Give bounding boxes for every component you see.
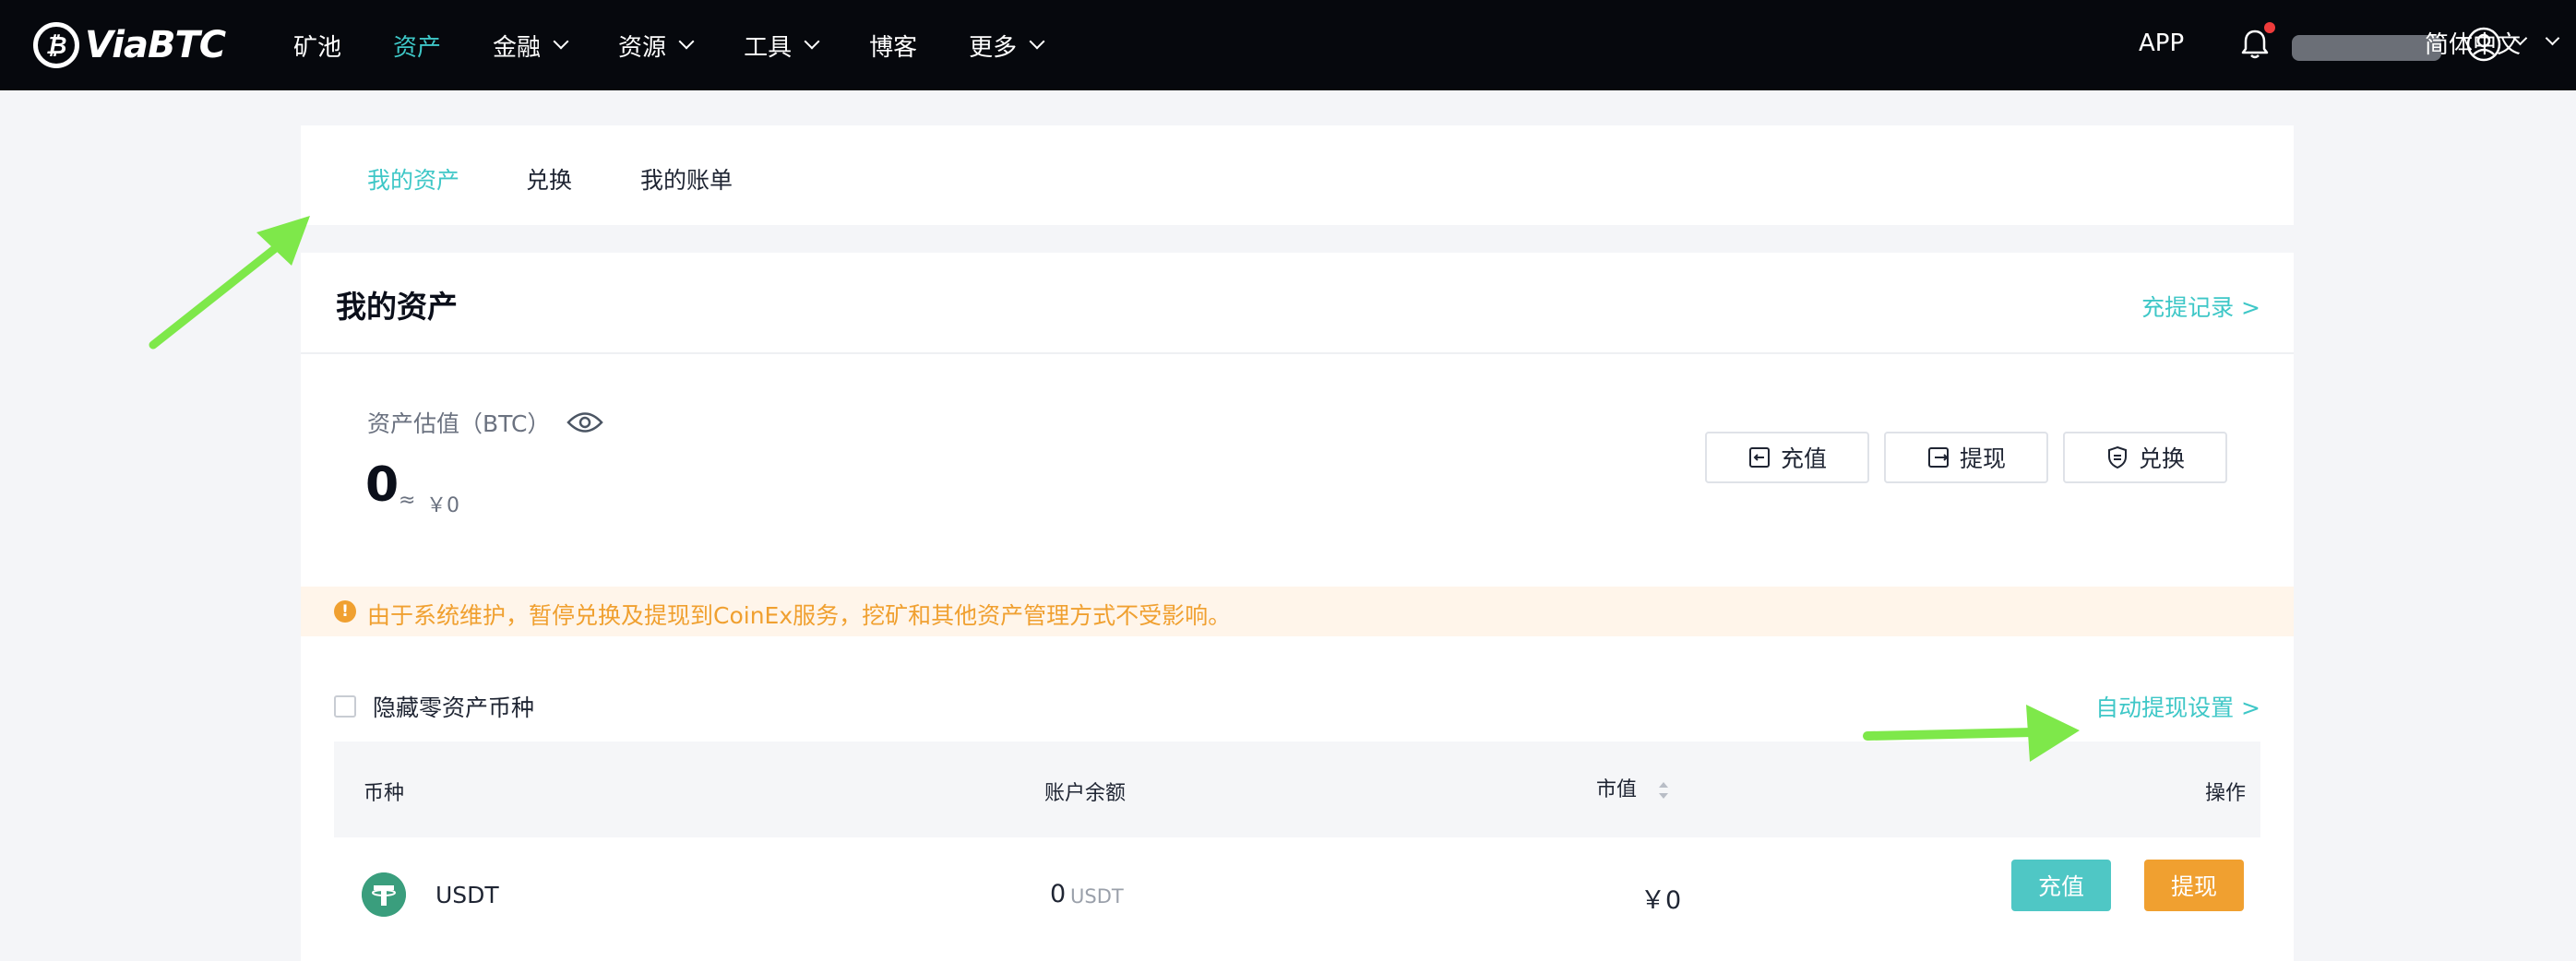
withdraw-label: 提现 (1959, 445, 2006, 472)
assets-card: 我的资产 充提记录 > 资产估值（BTC） 0 ≈ ￥0 充值 提现 兑换 ! (301, 253, 2294, 961)
logo-text: ViaBTC (85, 24, 226, 66)
nav-label: 矿池 (293, 33, 342, 62)
column-balance: 账户余额 (1044, 782, 1127, 805)
column-coin: 币种 (364, 782, 405, 805)
annotation-arrow (1863, 705, 2080, 762)
main-nav: 矿池 资产 金融 资源 工具 博客 更多 (293, 0, 1094, 90)
chevron-down-icon (553, 33, 569, 50)
coin-name: USDT (435, 882, 499, 908)
auto-withdraw-settings-link[interactable]: 自动提现设置 > (2095, 690, 2260, 723)
notice-text: 由于系统维护，暂停兑换及提现到CoinEx服务，挖矿和其他资产管理方式不受影响。 (367, 602, 1232, 629)
header-right: APP 简体中文 (1838, 0, 2576, 90)
market-value: ￥0 (1640, 886, 1682, 915)
table-row: USDT 0 USDT ￥0 充值 提现 (334, 837, 2260, 961)
maintenance-notice: ! 由于系统维护，暂停兑换及提现到CoinEx服务，挖矿和其他资产管理方式不受影… (301, 587, 2294, 636)
chevron-down-icon (804, 33, 820, 50)
notification-dot (2264, 22, 2275, 33)
deposit-label: 充值 (1780, 445, 1827, 472)
page-title: 我的资产 (336, 289, 458, 325)
approx-sign: ≈ (399, 489, 416, 512)
warning-icon: ! (334, 600, 356, 623)
nav-label: 更多 (969, 33, 1018, 62)
nav-label: 工具 (744, 33, 793, 62)
row-withdraw-button[interactable]: 提现 (2144, 860, 2244, 911)
app-link[interactable]: APP (2139, 30, 2184, 57)
chevron-down-icon[interactable] (2545, 30, 2560, 46)
nav-label: 资产 (393, 33, 442, 62)
asset-estimate-label: 资产估值（BTC） (367, 406, 604, 439)
estimate-label-text: 资产估值（BTC） (367, 410, 551, 437)
nav-item-finance[interactable]: 金融 (493, 29, 569, 63)
row-deposit-button[interactable]: 充值 (2011, 860, 2111, 911)
chevron-down-icon (1029, 33, 1045, 50)
deposit-icon (1748, 447, 1770, 468)
hide-zero-assets-toggle[interactable]: 隐藏零资产币种 (334, 690, 534, 723)
balance-unit: USDT (1070, 885, 1124, 908)
eye-icon[interactable] (566, 410, 604, 434)
nav-label: 资源 (618, 33, 667, 62)
exchange-button[interactable]: 兑换 (2063, 432, 2227, 483)
deposit-withdraw-record-link[interactable]: 充提记录 > (2141, 290, 2260, 323)
chevron-down-icon (678, 33, 695, 50)
tether-icon (362, 872, 406, 917)
withdraw-icon (1927, 447, 1949, 468)
nav-item-pool[interactable]: 矿池 (293, 29, 341, 63)
nav-item-more[interactable]: 更多 (969, 29, 1045, 63)
nav-item-resources[interactable]: 资源 (618, 29, 695, 63)
deposit-button[interactable]: 充值 (1705, 432, 1869, 483)
nav-item-tools[interactable]: 工具 (744, 29, 820, 63)
masked-username[interactable] (2292, 35, 2441, 61)
viabtc-logo[interactable]: ₿ ViaBTC (33, 13, 226, 77)
asset-estimate-value: 0 (365, 457, 400, 513)
bitcoin-logo-icon: ₿ (33, 22, 79, 68)
column-market-value[interactable]: 市值 (1596, 773, 1671, 802)
market-value-label: 市值 (1596, 778, 1638, 801)
nav-label: 金融 (493, 33, 542, 62)
column-action: 操作 (2205, 782, 2247, 805)
divider (301, 352, 2294, 354)
nav-item-assets[interactable]: 资产 (393, 29, 441, 63)
hide-zero-checkbox[interactable] (334, 695, 356, 718)
asset-estimate-cny: ￥0 (426, 494, 459, 517)
exchange-label: 兑换 (2138, 445, 2185, 472)
tab-my-assets[interactable]: 我的资产 (367, 162, 459, 196)
annotation-arrow (149, 216, 310, 350)
sort-icon[interactable] (1656, 778, 1671, 802)
top-navbar: ₿ ViaBTC 矿池 资产 金融 资源 工具 博客 更多 APP 简体中文 (0, 0, 2576, 90)
nav-label: 博客 (869, 33, 918, 62)
nav-item-blog[interactable]: 博客 (869, 29, 917, 63)
balance-value: 0 (1050, 880, 1067, 908)
language-selector[interactable]: 简体中文 (2425, 26, 2521, 60)
shield-icon (2107, 445, 2127, 469)
tab-my-bills[interactable]: 我的账单 (640, 162, 733, 196)
asset-tabs: 我的资产 兑换 我的账单 (301, 125, 2294, 225)
tab-exchange[interactable]: 兑换 (526, 162, 572, 196)
withdraw-button[interactable]: 提现 (1884, 432, 2048, 483)
hide-zero-label: 隐藏零资产币种 (373, 694, 535, 721)
